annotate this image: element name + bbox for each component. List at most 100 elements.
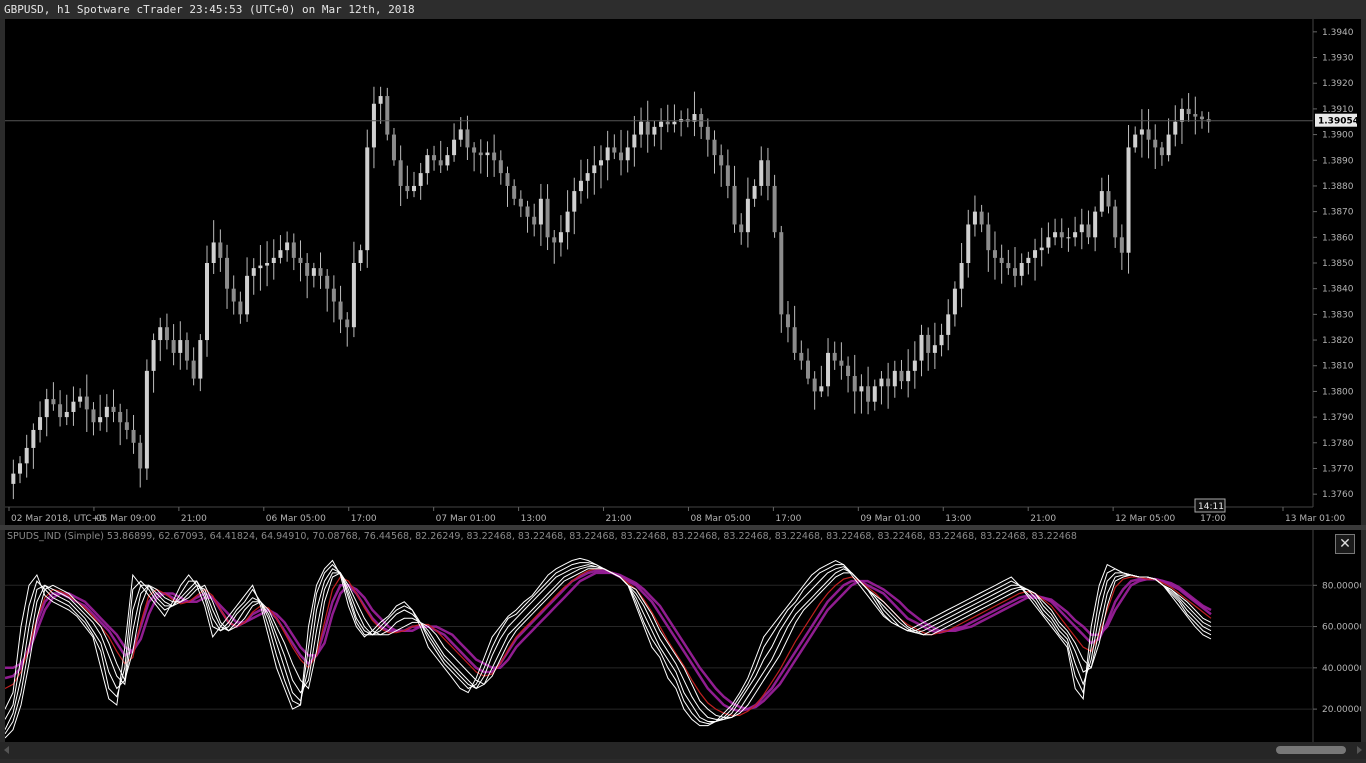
candle-body — [966, 224, 971, 263]
candle-body — [572, 191, 577, 212]
time-tick-label: 07 Mar 01:00 — [436, 514, 496, 524]
candle-body — [892, 370, 897, 387]
candle-body — [452, 139, 457, 156]
candle-body — [245, 275, 250, 315]
candle-body — [298, 257, 303, 263]
candle-body — [1046, 237, 1051, 248]
candle-body — [906, 370, 911, 382]
candle-body — [1126, 147, 1131, 253]
candle-body — [391, 134, 396, 161]
candle-body — [612, 147, 617, 153]
scroll-left-arrow-icon[interactable] — [4, 746, 9, 754]
candle-body — [1099, 191, 1104, 212]
candle-body — [859, 386, 864, 392]
candle-body — [792, 327, 797, 353]
indicator-legend: SPUDS_IND (Simple) 53.86899, 62.67093, 6… — [7, 531, 1077, 542]
candle-body — [1186, 108, 1191, 115]
candle-body — [318, 268, 323, 276]
price-chart-canvas[interactable]: 1.3940 1.3930 1.3920 1.3910 1.3900 1.3890 1.38… — [5, 19, 1361, 525]
candle-body — [946, 314, 951, 335]
candle-body — [992, 250, 997, 258]
candle-body — [325, 275, 330, 289]
candle-body — [265, 263, 270, 266]
indicator-series-white — [4, 564, 1212, 730]
candle-body — [1033, 250, 1038, 258]
price-tick-label: 1.3820 — [1322, 336, 1354, 346]
close-indicator-button[interactable]: ✕ — [1335, 534, 1355, 554]
time-tick-label: 17:00 — [775, 514, 801, 524]
indicator-series-purple — [5, 571, 1212, 711]
indicator-tick-label: 60.00000 — [1322, 623, 1361, 633]
current-price-label: 1.39054 — [1318, 117, 1359, 127]
candle-body — [1006, 263, 1011, 269]
candle-body — [645, 121, 650, 135]
candle-body — [558, 232, 563, 243]
candle-body — [1179, 108, 1184, 122]
candle-body — [204, 263, 209, 341]
candle-body — [598, 160, 603, 166]
candle-body — [805, 360, 810, 379]
candle-body — [31, 429, 36, 448]
candle-body — [1093, 211, 1098, 238]
candle-body — [939, 334, 944, 346]
time-tick-label: 13:00 — [521, 514, 547, 524]
price-tick-label: 1.3800 — [1322, 387, 1354, 397]
candle-body — [1079, 224, 1084, 233]
time-tick-label: 12 Mar 05:00 — [1115, 514, 1175, 524]
candle-body — [799, 352, 804, 361]
candle-body — [271, 257, 276, 263]
candle-body — [512, 185, 517, 199]
price-tick-label: 1.3900 — [1322, 131, 1354, 141]
candle-body — [1199, 116, 1204, 120]
candle-body — [291, 242, 296, 258]
scroll-thumb[interactable] — [1276, 746, 1346, 754]
price-tick-label: 1.3830 — [1322, 310, 1354, 320]
candle-body — [191, 360, 196, 379]
candle-body — [765, 160, 770, 186]
candle-body — [472, 147, 477, 153]
candle-body — [438, 160, 443, 166]
candle-body — [899, 370, 904, 382]
scroll-right-arrow-icon[interactable] — [1357, 746, 1362, 754]
candle-body — [412, 185, 417, 192]
candle-body — [552, 237, 557, 243]
horizontal-scrollbar[interactable] — [0, 742, 1366, 759]
candle-body — [518, 198, 523, 207]
price-tick-label: 1.3840 — [1322, 285, 1354, 295]
candle-body — [979, 211, 984, 225]
candle-body — [852, 376, 857, 392]
candle-body — [498, 160, 503, 174]
candle-body — [478, 152, 483, 156]
candle-body — [124, 422, 129, 430]
time-tick-label: 21:00 — [181, 514, 207, 524]
candle-body — [24, 447, 29, 464]
time-tick-label: 17:00 — [1200, 514, 1226, 524]
indicator-series-white — [4, 568, 1212, 739]
candle-body — [1153, 139, 1158, 148]
candle-body — [238, 301, 243, 315]
time-tick-label: 21:00 — [606, 514, 632, 524]
candle-body — [872, 386, 877, 402]
price-tick-label: 1.3880 — [1322, 182, 1354, 192]
indicator-panel[interactable]: 80.00000 60.00000 40.00000 20.00000 SPUDS_I… — [4, 530, 1365, 742]
candle-body — [632, 134, 637, 148]
candle-body — [545, 198, 550, 238]
time-tick-label: 13:00 — [945, 514, 971, 524]
candle-body — [278, 250, 283, 258]
candle-body — [759, 160, 764, 186]
candle-body — [752, 185, 757, 199]
candle-body — [365, 147, 370, 251]
candle-body — [1166, 134, 1171, 156]
candle-body — [505, 173, 510, 186]
candle-body — [812, 378, 817, 392]
candle-body — [538, 198, 543, 225]
candle-body — [405, 185, 410, 192]
candle-body — [672, 121, 677, 125]
price-chart[interactable]: 1.3940 1.3930 1.3920 1.3910 1.3900 1.3890 1.38… — [5, 19, 1361, 525]
candle-body — [832, 352, 837, 361]
candle-body — [225, 257, 230, 289]
candle-body — [1066, 237, 1071, 239]
indicator-tick-label: 40.00000 — [1322, 664, 1361, 674]
indicator-series-white — [4, 557, 1212, 727]
indicator-canvas[interactable]: 80.00000 60.00000 40.00000 20.00000 — [4, 530, 1365, 742]
